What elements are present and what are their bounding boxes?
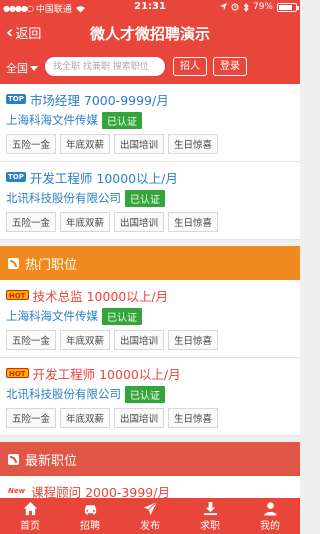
job-title[interactable]: 市场经理 (30, 90, 80, 109)
tab-label: 招聘 (80, 520, 100, 532)
benefit-tag: 年底双薪 (60, 330, 111, 350)
hot-badge: HOT (6, 368, 29, 378)
tab-label: 首页 (20, 520, 40, 532)
page-title: 微人才微招聘演示 (89, 25, 210, 43)
benefit-tags: 五险一金 年底双薪 出国培训 生日惊喜 (6, 408, 294, 428)
send-icon (143, 501, 157, 515)
nav-bar: ‹ 返回 微人才微招聘演示 (0, 16, 300, 50)
battery-percent: 79% (252, 2, 273, 12)
job-title[interactable]: 开发工程师 (30, 168, 93, 187)
benefit-tag: 出国培训 (114, 212, 165, 232)
job-title[interactable]: 技术总监 (33, 286, 83, 305)
tab-recruit[interactable]: 招聘 (60, 498, 120, 534)
benefit-tag: 五险一金 (6, 408, 57, 428)
benefit-tag: 年底双薪 (60, 212, 111, 232)
top-badge: TOP (6, 172, 26, 182)
company-name[interactable]: 上海科海文件传媒 (6, 112, 98, 128)
section-title: 热门职位 (25, 257, 78, 273)
user-icon (263, 501, 277, 516)
hot-jobs-header: 热门职位 (0, 246, 300, 280)
benefit-tag: 五险一金 (6, 330, 57, 350)
tab-home[interactable]: 首页 (0, 498, 60, 534)
tab-label: 我的 (260, 520, 280, 532)
job-card[interactable]: HOT 技术总监 10000以上/月 上海科海文件传媒 已认证 五险一金 年底双… (0, 280, 300, 358)
benefit-tag: 生日惊喜 (168, 408, 219, 428)
login-button[interactable]: 登录 (213, 57, 247, 76)
verified-badge: 已认证 (102, 307, 142, 325)
region-label: 全国 (6, 62, 28, 75)
job-salary: 10000以上/月 (96, 170, 178, 186)
job-card[interactable]: TOP 市场经理 7000-9999/月 上海科海文件传媒 已认证 五险一金 年… (0, 84, 300, 162)
job-salary: 10000以上/月 (86, 288, 169, 304)
benefit-tag: 五险一金 (6, 212, 57, 232)
benefit-tag: 出国培训 (114, 408, 165, 428)
top-badge: TOP (6, 94, 26, 104)
benefit-tag: 年底双薪 (60, 134, 111, 154)
job-salary: 10000以上/月 (99, 366, 181, 382)
home-icon (23, 501, 37, 515)
caret-down-icon (30, 65, 38, 71)
verified-badge: 已认证 (125, 189, 165, 207)
search-input[interactable] (45, 57, 165, 76)
hot-badge: HOT (6, 290, 29, 300)
benefit-tag: 生日惊喜 (168, 330, 219, 350)
section-title: 最新职位 (25, 453, 78, 469)
verified-badge: 已认证 (125, 385, 165, 403)
car-icon (84, 504, 96, 515)
tab-jobseek[interactable]: 求职 (180, 498, 240, 534)
tab-label: 发布 (140, 520, 160, 532)
tab-publish[interactable]: 发布 (120, 498, 180, 534)
rss-icon (8, 257, 19, 269)
job-salary: 7000-9999/月 (83, 92, 169, 108)
company-name[interactable]: 上海科海文件传媒 (6, 308, 98, 324)
benefit-tag: 出国培训 (114, 134, 165, 154)
job-title[interactable]: 开发工程师 (33, 364, 96, 383)
status-icons: 79% (219, 2, 299, 12)
recruit-button[interactable]: 招人 (173, 57, 207, 76)
benefit-tag: 出国培训 (114, 330, 165, 350)
job-list: TOP 市场经理 7000-9999/月 上海科海文件传媒 已认证 五险一金 年… (0, 84, 300, 534)
bluetooth-icon (243, 2, 249, 12)
tab-label: 求职 (200, 520, 220, 532)
benefit-tag: 生日惊喜 (168, 134, 219, 154)
company-name[interactable]: 北讯科技股份有限公司 (6, 190, 121, 206)
rss-icon (8, 453, 19, 465)
download-icon (203, 501, 217, 515)
status-bar: ●●●●○ 中国联通 21:31 79% (0, 0, 300, 16)
job-card[interactable]: HOT 开发工程师 10000以上/月 北讯科技股份有限公司 已认证 五险一金 … (0, 358, 300, 436)
search-row: 全国 招人 登录 (0, 50, 300, 84)
location-icon (219, 3, 227, 10)
benefit-tags: 五险一金 年底双薪 出国培训 生日惊喜 (6, 134, 294, 154)
region-selector[interactable]: 全国 (6, 60, 38, 76)
new-jobs-header: 最新职位 (0, 442, 300, 476)
job-card[interactable]: TOP 开发工程师 10000以上/月 北讯科技股份有限公司 已认证 五险一金 … (0, 162, 300, 240)
benefit-tag: 生日惊喜 (168, 212, 219, 232)
benefit-tag: 五险一金 (6, 134, 57, 154)
tab-profile[interactable]: 我的 (240, 498, 300, 534)
new-badge: New (8, 487, 26, 495)
bottom-tab-bar: 首页 招聘 发布 求职 我的 (0, 498, 300, 534)
battery-level-fill (279, 4, 292, 10)
benefit-tags: 五险一金 年底双薪 出国培训 生日惊喜 (6, 212, 294, 232)
benefit-tag: 年底双薪 (60, 408, 111, 428)
alarm-icon (231, 3, 239, 11)
benefit-tags: 五险一金 年底双薪 出国培训 生日惊喜 (6, 330, 294, 350)
verified-badge: 已认证 (102, 111, 142, 129)
company-name[interactable]: 北讯科技股份有限公司 (6, 386, 121, 402)
battery-icon (277, 2, 299, 12)
